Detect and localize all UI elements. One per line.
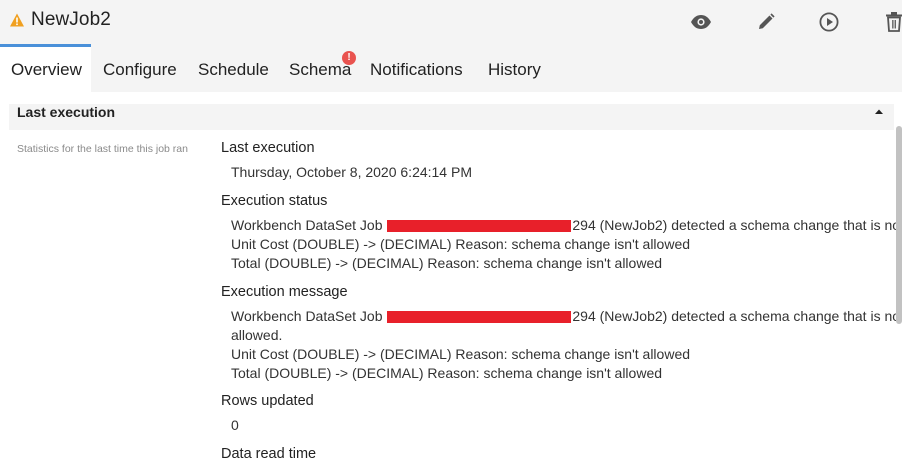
execution-status-line2: Unit Cost (DOUBLE) -> (DECIMAL) Reason: … (231, 236, 691, 252)
message-text-prefix: Workbench DataSet Job (231, 308, 383, 324)
data-read-time-label: Data read time (221, 446, 317, 462)
execution-status-label: Execution status (221, 193, 328, 209)
last-execution-label: Last execution (221, 140, 315, 156)
preview-button[interactable] (689, 10, 713, 34)
status-text-prefix: Workbench DataSet Job (231, 217, 383, 233)
job-title: NewJob2 (31, 9, 111, 30)
last-execution-value: Thursday, October 8, 2020 6:24:14 PM (231, 164, 472, 180)
vertical-scrollbar[interactable] (896, 126, 902, 324)
redacted-id (387, 311, 572, 324)
section-header[interactable]: Last execution (9, 104, 894, 130)
section-title: Last execution (17, 104, 116, 120)
edit-button[interactable] (754, 10, 778, 34)
eye-icon (691, 15, 711, 29)
rows-updated-label: Rows updated (221, 393, 314, 409)
tab-configure[interactable]: Configure (103, 44, 177, 92)
execution-status-line3: Total (DOUBLE) -> (DECIMAL) Reason: sche… (231, 255, 663, 271)
tab-bar: Overview Configure Schedule Schema ! Not… (0, 44, 902, 92)
delete-button[interactable] (882, 10, 902, 34)
tab-schedule[interactable]: Schedule (198, 44, 269, 92)
job-header: NewJob2 (0, 0, 902, 44)
execution-message-line3: Unit Cost (DOUBLE) -> (DECIMAL) Reason: … (231, 346, 691, 362)
rows-updated-value: 0 (231, 417, 239, 433)
message-text-suffix: 294 (NewJob2) detected a schema change t… (572, 308, 902, 324)
title-group: NewJob2 (9, 9, 111, 31)
execution-message-line1: Workbench DataSet Job 294 (NewJob2) dete… (231, 307, 902, 326)
execution-status-line1: Workbench DataSet Job 294 (NewJob2) dete… (231, 216, 902, 235)
status-text-suffix: 294 (NewJob2) detected a schema change t… (572, 217, 902, 233)
play-icon (819, 12, 839, 32)
execution-message-label: Execution message (221, 284, 348, 300)
tab-notifications[interactable]: Notifications (370, 44, 463, 92)
overview-panel: Last execution Statistics for the last t… (0, 92, 902, 470)
tab-overview[interactable]: Overview (0, 44, 91, 92)
pencil-icon (759, 13, 775, 29)
schema-alert-badge: ! (342, 51, 356, 65)
tab-schema[interactable]: Schema (289, 44, 351, 92)
tab-history[interactable]: History (488, 44, 541, 92)
trash-icon (886, 12, 902, 32)
redacted-id (387, 220, 572, 233)
run-button[interactable] (817, 10, 841, 34)
execution-message-line2: allowed. (231, 327, 283, 343)
caret-up-icon[interactable] (875, 109, 883, 115)
warning-icon (10, 13, 24, 27)
execution-message-line4: Total (DOUBLE) -> (DECIMAL) Reason: sche… (231, 365, 663, 381)
section-description: Statistics for the last time this job ra… (17, 143, 188, 155)
